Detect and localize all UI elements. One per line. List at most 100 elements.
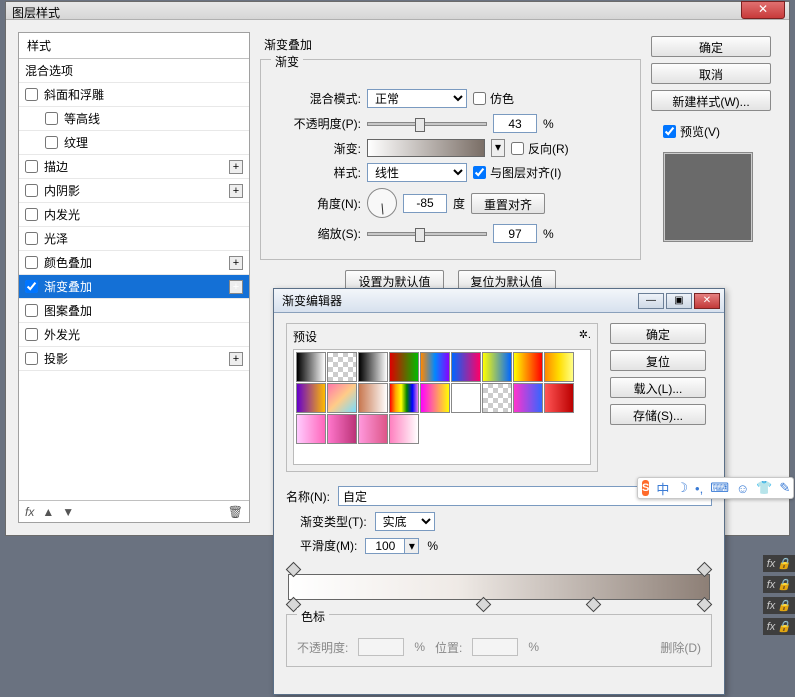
- fx-button[interactable]: fx🔒: [763, 576, 795, 593]
- new-style-button[interactable]: 新建样式(W)...: [651, 90, 771, 111]
- opacity-input[interactable]: [493, 114, 537, 133]
- gradient-bar[interactable]: [288, 574, 710, 600]
- style-checkbox[interactable]: [25, 352, 38, 365]
- style-checkbox[interactable]: [25, 208, 38, 221]
- preset-swatch[interactable]: [482, 383, 512, 413]
- minimize-button[interactable]: —: [638, 293, 664, 309]
- ge-close-button[interactable]: ✕: [694, 293, 720, 309]
- fx-button[interactable]: fx🔒: [763, 555, 795, 572]
- down-icon[interactable]: ▼: [62, 505, 74, 519]
- style-row[interactable]: 斜面和浮雕: [19, 83, 249, 107]
- ime-logo-icon[interactable]: S: [642, 480, 649, 496]
- style-row[interactable]: 渐变叠加+: [19, 275, 249, 299]
- preset-swatch[interactable]: [544, 383, 574, 413]
- preset-swatch[interactable]: [513, 383, 543, 413]
- ime-punct-icon[interactable]: •,: [695, 481, 703, 496]
- style-checkbox[interactable]: [25, 160, 38, 173]
- cancel-button[interactable]: 取消: [651, 63, 771, 84]
- styles-header[interactable]: 样式: [19, 33, 249, 59]
- preset-swatch[interactable]: [358, 383, 388, 413]
- style-checkbox[interactable]: [25, 184, 38, 197]
- reverse-checkbox[interactable]: [511, 142, 524, 155]
- plus-icon[interactable]: +: [229, 184, 243, 198]
- plus-icon[interactable]: +: [229, 280, 243, 294]
- ime-tool-icon[interactable]: ✎: [779, 480, 790, 496]
- style-checkbox[interactable]: [25, 304, 38, 317]
- preset-swatch[interactable]: [358, 352, 388, 382]
- gear-icon[interactable]: ✲.: [579, 328, 591, 345]
- style-row[interactable]: 光泽: [19, 227, 249, 251]
- plus-icon[interactable]: +: [229, 160, 243, 174]
- style-checkbox[interactable]: [25, 88, 38, 101]
- gradient-bar-editor[interactable]: [288, 564, 710, 610]
- preset-swatch[interactable]: [451, 383, 481, 413]
- style-row[interactable]: 等高线: [19, 107, 249, 131]
- preset-swatch[interactable]: [389, 352, 419, 382]
- style-row[interactable]: 外发光: [19, 323, 249, 347]
- style-row[interactable]: 内阴影+: [19, 179, 249, 203]
- style-checkbox[interactable]: [45, 112, 58, 125]
- scale-slider[interactable]: [367, 232, 487, 236]
- blend-mode-select[interactable]: 正常: [367, 89, 467, 108]
- style-row[interactable]: 内发光: [19, 203, 249, 227]
- preset-swatch[interactable]: [482, 352, 512, 382]
- scale-input[interactable]: [493, 224, 537, 243]
- angle-input[interactable]: [403, 194, 447, 213]
- style-checkbox[interactable]: [25, 232, 38, 245]
- ge-ok-button[interactable]: 确定: [610, 323, 706, 344]
- ok-button[interactable]: 确定: [651, 36, 771, 57]
- preset-swatch[interactable]: [296, 352, 326, 382]
- blend-options-row[interactable]: 混合选项: [19, 59, 249, 83]
- angle-dial[interactable]: [367, 188, 397, 218]
- preset-swatch[interactable]: [327, 352, 357, 382]
- align-checkbox[interactable]: [473, 166, 486, 179]
- style-select[interactable]: 线性: [367, 163, 467, 182]
- ime-skin-icon[interactable]: 👕: [756, 480, 772, 496]
- preset-swatch[interactable]: [296, 383, 326, 413]
- preset-swatch[interactable]: [544, 352, 574, 382]
- style-checkbox[interactable]: [25, 280, 38, 293]
- preset-swatch[interactable]: [420, 383, 450, 413]
- ge-reset-button[interactable]: 复位: [610, 350, 706, 371]
- smooth-input[interactable]: [366, 539, 404, 553]
- layer-style-titlebar[interactable]: 图层样式: [6, 2, 789, 20]
- close-button[interactable]: ✕: [741, 1, 785, 19]
- preset-swatch[interactable]: [451, 352, 481, 382]
- ge-load-button[interactable]: 载入(L)...: [610, 377, 706, 398]
- style-row[interactable]: 描边+: [19, 155, 249, 179]
- style-row[interactable]: 颜色叠加+: [19, 251, 249, 275]
- smooth-dd-icon[interactable]: ▾: [404, 539, 418, 553]
- preview-checkbox[interactable]: [663, 125, 676, 138]
- gradient-dropdown-icon[interactable]: ▾: [491, 139, 505, 157]
- preset-swatch[interactable]: [389, 414, 419, 444]
- plus-icon[interactable]: +: [229, 352, 243, 366]
- style-row[interactable]: 投影+: [19, 347, 249, 371]
- preset-swatch[interactable]: [358, 414, 388, 444]
- ge-save-button[interactable]: 存储(S)...: [610, 404, 706, 425]
- type-select[interactable]: 实底: [375, 512, 435, 531]
- preset-swatch[interactable]: [327, 414, 357, 444]
- style-checkbox[interactable]: [45, 136, 58, 149]
- preset-swatch[interactable]: [389, 383, 419, 413]
- gradient-swatch[interactable]: [367, 139, 485, 157]
- trash-icon[interactable]: 🗑: [228, 505, 243, 519]
- ime-toolbar[interactable]: S 中 ☽ •, ⌨ ☺ 👕 ✎: [637, 477, 794, 499]
- style-row[interactable]: 纹理: [19, 131, 249, 155]
- ime-user-icon[interactable]: ☺: [736, 481, 749, 496]
- ime-moon-icon[interactable]: ☽: [676, 480, 688, 496]
- preset-swatch[interactable]: [296, 414, 326, 444]
- up-icon[interactable]: ▲: [42, 505, 54, 519]
- preset-swatch[interactable]: [420, 352, 450, 382]
- fx-icon[interactable]: fx: [25, 505, 34, 519]
- style-row[interactable]: 图案叠加: [19, 299, 249, 323]
- reset-align-button[interactable]: 重置对齐: [471, 193, 545, 214]
- fx-button[interactable]: fx🔒: [763, 597, 795, 614]
- dither-checkbox[interactable]: [473, 92, 486, 105]
- ime-keyboard-icon[interactable]: ⌨: [710, 480, 729, 496]
- preset-swatch[interactable]: [513, 352, 543, 382]
- ime-lang-icon[interactable]: 中: [656, 479, 669, 498]
- style-checkbox[interactable]: [25, 256, 38, 269]
- fx-button[interactable]: fx🔒: [763, 618, 795, 635]
- plus-icon[interactable]: +: [229, 256, 243, 270]
- opacity-slider[interactable]: [367, 122, 487, 126]
